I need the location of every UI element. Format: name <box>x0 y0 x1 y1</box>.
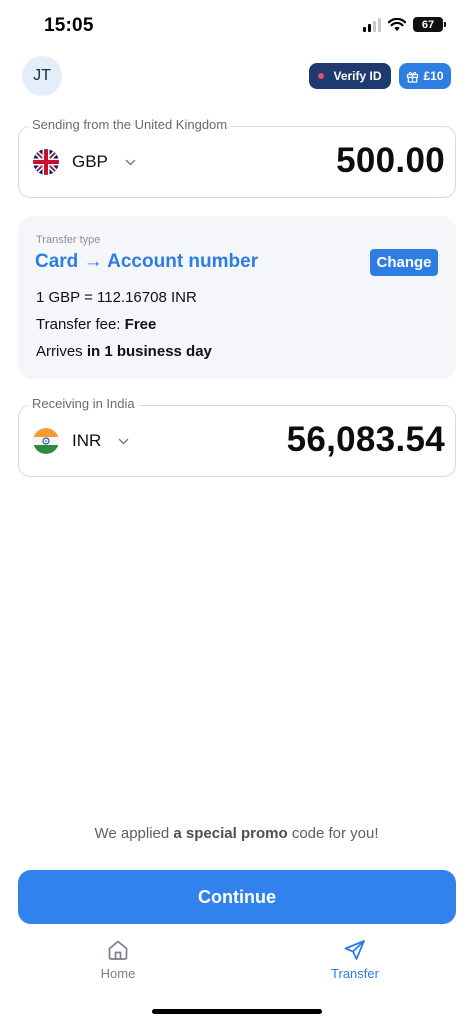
battery-level: 67 <box>421 18 435 31</box>
tab-transfer-label: Transfer <box>331 966 379 981</box>
send-icon <box>344 940 365 960</box>
status-time: 15:05 <box>44 15 94 36</box>
transfer-fee: Transfer fee: Free <box>36 316 156 333</box>
referral-reward-button[interactable]: £10 <box>399 63 451 89</box>
tab-home[interactable]: Home <box>78 938 158 981</box>
transfer-fee-label: Transfer fee: <box>36 316 121 333</box>
sending-legend: Sending from the United Kingdom <box>28 117 232 132</box>
arrival-value: in 1 business day <box>86 343 212 360</box>
receiving-legend: Receiving in India <box>28 396 139 411</box>
change-transfer-type-button[interactable]: Change <box>370 249 438 276</box>
india-flag-icon <box>33 428 59 454</box>
battery-icon: 67 <box>413 17 446 32</box>
sending-currency-code: GBP <box>72 152 108 171</box>
gift-icon <box>407 71 419 83</box>
chevron-down-icon <box>118 438 129 444</box>
sending-currency-selector[interactable]: GBP <box>33 149 136 175</box>
cellular-signal-icon <box>363 17 381 32</box>
receiving-amount-value[interactable]: 56,083.54 <box>287 420 445 460</box>
arrival-time: Arrives in 1 business day <box>36 343 212 360</box>
uk-flag-icon <box>33 149 59 175</box>
alert-dot-icon <box>318 73 325 79</box>
sending-amount-field[interactable]: Sending from the United Kingdom GBP 500.… <box>18 117 456 198</box>
transfer-type-card: Transfer type Card → Account number Chan… <box>18 216 456 379</box>
avatar-initials: JT <box>33 67 51 84</box>
wifi-icon <box>388 17 406 31</box>
verify-id-label: Verify ID <box>333 69 382 83</box>
transfer-fee-value: Free <box>124 316 157 333</box>
transfer-type-label: Transfer type <box>36 234 101 246</box>
receiving-currency-code: INR <box>72 431 102 450</box>
promo-suffix: code for you! <box>291 825 379 842</box>
receiving-currency-selector[interactable]: INR <box>33 428 129 454</box>
sending-amount-value[interactable]: 500.00 <box>336 141 445 181</box>
chevron-down-icon <box>125 159 136 165</box>
status-icons: 67 <box>363 17 446 32</box>
promo-message: We applied a special promo code for you! <box>0 825 473 842</box>
exchange-rate: 1 GBP = 112.16708 INR <box>36 289 197 306</box>
avatar[interactable]: JT <box>22 56 62 96</box>
arrival-label: Arrives <box>36 343 83 360</box>
receiving-amount-field[interactable]: Receiving in India INR 56,083.54 <box>18 396 456 477</box>
tab-home-label: Home <box>100 966 136 981</box>
promo-highlight: a special promo <box>173 825 288 842</box>
home-indicator[interactable] <box>152 1009 322 1014</box>
home-icon <box>108 940 128 960</box>
transfer-type-value: Card → Account number <box>35 251 259 272</box>
promo-prefix: We applied <box>94 825 170 842</box>
reward-label: £10 <box>423 69 444 83</box>
status-bar: 15:05 67 <box>0 0 473 54</box>
tab-transfer[interactable]: Transfer <box>315 938 395 981</box>
verify-id-button[interactable]: Verify ID <box>309 63 391 89</box>
continue-button[interactable]: Continue <box>18 870 456 924</box>
